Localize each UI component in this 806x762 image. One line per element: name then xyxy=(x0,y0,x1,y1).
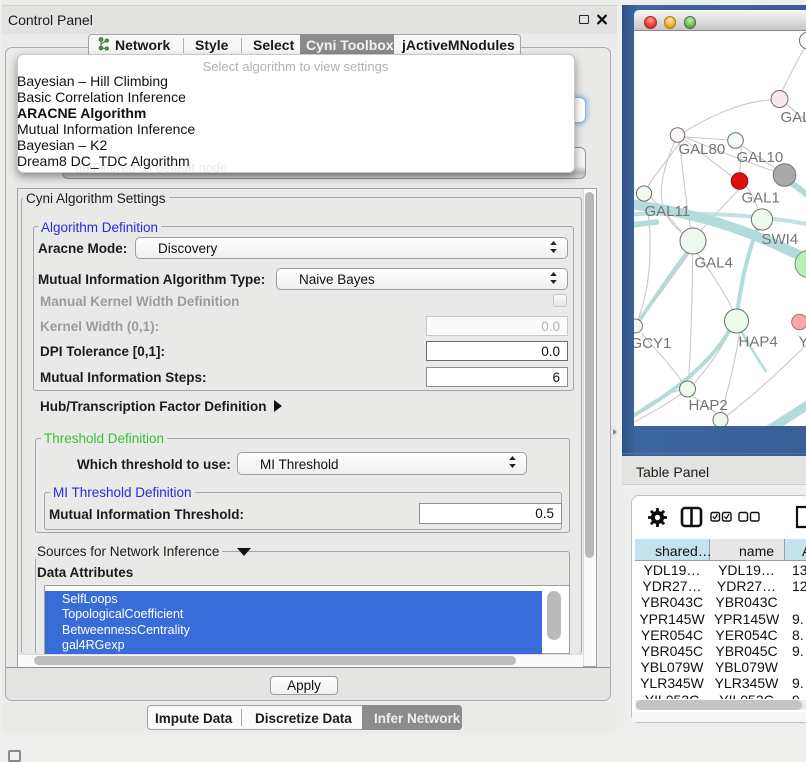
svg-text:HAP2: HAP2 xyxy=(688,397,727,414)
svg-text:GAL7: GAL7 xyxy=(780,109,806,126)
svg-text:GAL80: GAL80 xyxy=(678,141,725,158)
svg-text:SWI4: SWI4 xyxy=(761,231,798,248)
svg-text:GAL1: GAL1 xyxy=(741,190,779,207)
svg-text:GAL4: GAL4 xyxy=(694,255,732,272)
svg-text:YD: YD xyxy=(798,334,806,351)
svg-text:GAL10: GAL10 xyxy=(736,149,783,166)
svg-text:HAP4: HAP4 xyxy=(738,334,777,351)
svg-text:GCY1: GCY1 xyxy=(634,335,671,352)
svg-text:GAL11: GAL11 xyxy=(644,203,690,220)
